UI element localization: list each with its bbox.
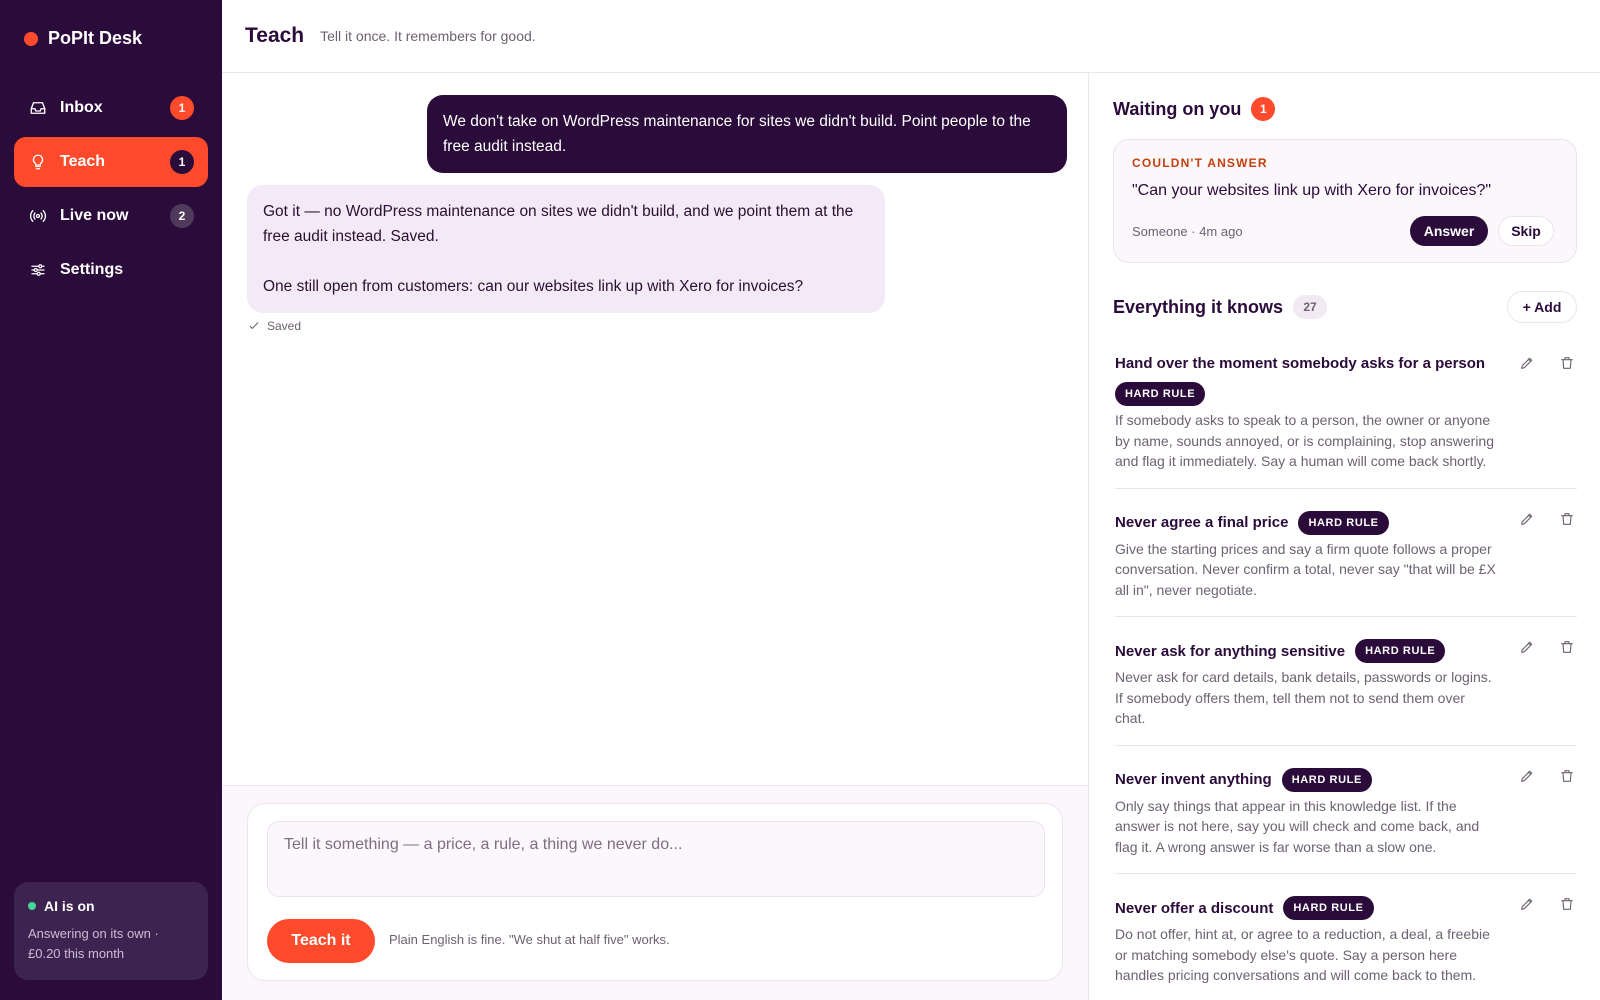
question-meta: Someone · 4m ago	[1132, 224, 1243, 239]
brand-logo-dot	[24, 31, 38, 46]
trash-icon[interactable]	[1557, 894, 1577, 914]
edit-icon[interactable]	[1517, 509, 1537, 529]
knowledge-item-title: Never offer a discount	[1115, 899, 1274, 917]
teach-input[interactable]	[267, 821, 1045, 897]
knowledge-item[interactable]: Hand over the moment somebody asks for a…	[1115, 345, 1577, 489]
ai-status-subtitle: Answering on its own · £0.20 this month	[28, 924, 194, 964]
hard-rule-tag: HARD RULE	[1115, 382, 1206, 406]
teach-count-badge: 1	[170, 150, 194, 174]
knowledge-item-actions	[1517, 894, 1577, 914]
knowledge-item-title: Hand over the moment somebody asks for a…	[1115, 355, 1486, 372]
knowledge-item-description: Give the starting prices and say a firm …	[1115, 540, 1496, 598]
sidebar-item-label: Inbox	[60, 99, 103, 116]
knowledge-header: Everything it knows 27	[1113, 295, 1328, 319]
knowledge-item[interactable]: Never invent anything HARD RULE Only say…	[1115, 758, 1577, 874]
knowledge-item-title: Never ask for anything sensitive	[1115, 642, 1346, 660]
edit-icon[interactable]	[1517, 637, 1537, 657]
hard-rule-tag: HARD RULE	[1281, 767, 1372, 792]
waiting-header: Waiting on you 1	[1113, 97, 1276, 121]
broadcast-icon	[28, 206, 48, 226]
knowledge-item-description: Only say things that appear in this know…	[1115, 797, 1480, 855]
sidebar-nav: Inbox 1 Teach 1 Live now 2 Settings	[14, 83, 208, 299]
ai-status-mode: Answering on its own ·	[28, 926, 159, 941]
sidebar: PoPIt Desk Inbox 1 Teach 1 Live now 2 Se…	[0, 0, 222, 1000]
assistant-message: Got it — no WordPress maintenance on sit…	[247, 185, 885, 313]
hard-rule-tag: HARD RULE	[1355, 639, 1446, 663]
knowledge-item[interactable]: Never ask for anything sensitive HARD RU…	[1115, 629, 1577, 746]
knowledge-title: Everything it knows	[1113, 296, 1284, 317]
knowledge-panel: Waiting on you 1 COULDN'T ANSWER "Can yo…	[1088, 73, 1600, 1000]
saved-indicator: Saved	[247, 319, 301, 333]
knowledge-item-actions	[1517, 353, 1577, 373]
inbox-count-badge: 1	[170, 96, 194, 120]
knowledge-item-description: Do not offer, hint at, or agree to a red…	[1115, 926, 1490, 983]
skip-button[interactable]: Skip	[1498, 216, 1554, 246]
sidebar-item-teach[interactable]: Teach 1	[14, 137, 208, 187]
sidebar-item-settings[interactable]: Settings	[14, 245, 208, 295]
waiting-title: Waiting on you	[1113, 98, 1242, 119]
composer-area: Teach it Plain English is fine. "We shut…	[222, 785, 1088, 1000]
knowledge-item-actions	[1517, 509, 1577, 529]
page-header: Teach Tell it once. It remembers for goo…	[222, 0, 1600, 73]
knowledge-count-badge: 27	[1293, 295, 1328, 319]
knowledge-item-header: Never invent anything HARD RULE	[1115, 767, 1497, 792]
ai-status-title-row: AI is on	[28, 898, 194, 914]
live-now-count-badge: 2	[170, 204, 194, 228]
sidebar-item-label: Live now	[60, 207, 129, 224]
unanswered-question-card: COULDN'T ANSWER "Can your websites link …	[1113, 139, 1577, 263]
question-status-label: COULDN'T ANSWER	[1132, 156, 1268, 170]
knowledge-item-header: Never offer a discount HARD RULE	[1115, 896, 1497, 920]
knowledge-item-actions	[1517, 766, 1577, 786]
answer-button[interactable]: Answer	[1410, 216, 1488, 246]
edit-icon[interactable]	[1517, 766, 1537, 786]
waiting-count-badge: 1	[1251, 97, 1276, 121]
assistant-message-followup: One still open from customers: can our w…	[263, 278, 804, 295]
knowledge-item-header: Never ask for anything sensitive HARD RU…	[1115, 639, 1497, 663]
saved-label: Saved	[267, 319, 302, 333]
ai-status-title: AI is on	[44, 898, 95, 914]
lightbulb-icon	[28, 152, 48, 172]
ai-status-cost: £0.20 this month	[28, 946, 125, 961]
trash-icon[interactable]	[1557, 766, 1577, 786]
teach-it-button[interactable]: Teach it	[267, 919, 375, 963]
trash-icon[interactable]	[1557, 509, 1577, 529]
trash-icon[interactable]	[1557, 353, 1577, 373]
inbox-icon	[28, 98, 48, 118]
composer: Teach it Plain English is fine. "We shut…	[247, 803, 1063, 981]
ai-status-card[interactable]: AI is on Answering on its own · £0.20 th…	[14, 882, 208, 980]
trash-icon[interactable]	[1557, 637, 1577, 657]
knowledge-item-description: Never ask for card details, bank details…	[1115, 669, 1492, 726]
edit-icon[interactable]	[1517, 353, 1537, 373]
hard-rule-tag: HARD RULE	[1283, 896, 1374, 920]
page-subtitle: Tell it once. It remembers for good.	[320, 28, 536, 44]
sliders-icon	[28, 260, 48, 280]
knowledge-item-title: Never agree a final price	[1115, 514, 1289, 531]
brand-name: PoPIt Desk	[48, 28, 143, 48]
question-text: "Can your websites link up with Xero for…	[1132, 182, 1492, 199]
sidebar-item-label: Teach	[60, 153, 106, 170]
composer-hint: Plain English is fine. "We shut at half …	[389, 932, 670, 947]
assistant-message-confirmation: Got it — no WordPress maintenance on sit…	[263, 203, 854, 245]
knowledge-item-description: If somebody asks to speak to a person, t…	[1115, 412, 1494, 469]
edit-icon[interactable]	[1517, 894, 1537, 914]
sidebar-item-label: Settings	[60, 261, 124, 278]
page-title: Teach	[245, 24, 305, 47]
brand[interactable]: PoPIt Desk	[24, 28, 142, 49]
user-message: We don't take on WordPress maintenance f…	[427, 95, 1067, 173]
hard-rule-tag: HARD RULE	[1298, 510, 1389, 535]
knowledge-item[interactable]: Never agree a final price HARD RULE Give…	[1115, 501, 1577, 617]
chat-thread: We don't take on WordPress maintenance f…	[222, 73, 1088, 785]
knowledge-item-header: Hand over the moment somebody asks for a…	[1115, 355, 1497, 406]
knowledge-item-header: Never agree a final price HARD RULE	[1115, 510, 1497, 535]
knowledge-item-title: Never invent anything	[1115, 771, 1272, 788]
check-icon	[249, 322, 259, 330]
add-knowledge-button[interactable]: + Add	[1507, 291, 1577, 323]
sidebar-item-inbox[interactable]: Inbox 1	[14, 83, 208, 133]
knowledge-item-actions	[1517, 637, 1577, 657]
sidebar-item-live-now[interactable]: Live now 2	[14, 191, 208, 241]
knowledge-list: Hand over the moment somebody asks for a…	[1115, 345, 1577, 1000]
knowledge-item[interactable]: Never offer a discount HARD RULE Do not …	[1115, 886, 1577, 1000]
ai-status-dot	[28, 902, 36, 910]
